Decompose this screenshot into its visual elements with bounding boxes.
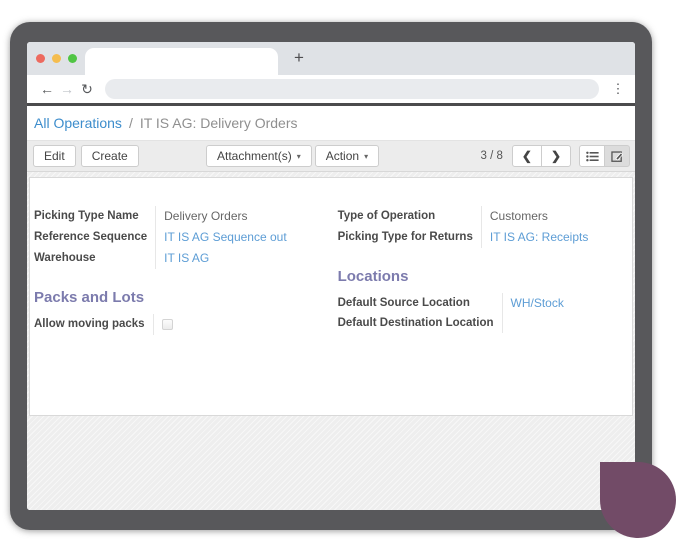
browser-tab-bar: + bbox=[27, 42, 635, 75]
attachments-dropdown[interactable]: Attachment(s) ▾ bbox=[206, 145, 312, 167]
chevron-down-icon: ▾ bbox=[364, 152, 368, 161]
form-view-button[interactable] bbox=[604, 145, 630, 167]
pager-buttons: ❮ ❯ bbox=[512, 145, 571, 167]
picking-type-for-returns-label: Picking Type for Returns bbox=[338, 227, 482, 248]
default-source-location-link[interactable]: WH/Stock bbox=[502, 293, 622, 314]
back-icon[interactable]: ← bbox=[37, 81, 57, 97]
record-buttons: Edit Create bbox=[33, 145, 139, 167]
field-row: Default Source Location WH/Stock bbox=[338, 293, 622, 314]
pager-counter: 3 / 8 bbox=[480, 150, 502, 162]
field-row: Allow moving packs bbox=[34, 314, 273, 335]
maximize-window-button[interactable] bbox=[68, 54, 77, 63]
allow-moving-packs-checkbox[interactable] bbox=[162, 319, 173, 330]
control-bar: Edit Create Attachment(s) ▾ Action ▾ 3 /… bbox=[27, 140, 635, 172]
action-dropdown[interactable]: Action ▾ bbox=[315, 145, 379, 167]
minimize-window-button[interactable] bbox=[52, 54, 61, 63]
pager-next-button[interactable]: ❯ bbox=[541, 145, 571, 167]
decorative-corner-shape bbox=[600, 462, 676, 538]
form-left-column: Picking Type Name Delivery Orders Refere… bbox=[34, 206, 327, 335]
picking-type-for-returns-link[interactable]: IT IS AG: Receipts bbox=[481, 227, 601, 248]
reference-sequence-label: Reference Sequence bbox=[34, 227, 156, 248]
field-row: Picking Type Name Delivery Orders bbox=[34, 206, 287, 227]
list-icon bbox=[586, 151, 599, 162]
screenshot-stage: + ← → ↻ ⋮ All Operations / IT IS AG: Del… bbox=[0, 0, 680, 553]
warehouse-link[interactable]: IT IS AG bbox=[156, 248, 287, 269]
browser-menu-icon[interactable]: ⋮ bbox=[611, 81, 625, 97]
breadcrumb-separator: / bbox=[129, 115, 133, 131]
forward-icon[interactable]: → bbox=[57, 81, 77, 97]
default-source-location-label: Default Source Location bbox=[338, 293, 502, 314]
allow-moving-packs-label: Allow moving packs bbox=[34, 314, 153, 335]
create-button[interactable]: Create bbox=[81, 145, 139, 167]
type-of-operation-label: Type of Operation bbox=[338, 206, 482, 227]
picking-type-name-value: Delivery Orders bbox=[156, 206, 287, 227]
attachments-label: Attachment(s) bbox=[217, 149, 292, 163]
breadcrumb-current: IT IS AG: Delivery Orders bbox=[140, 115, 298, 131]
field-group-packs: Allow moving packs bbox=[34, 314, 273, 335]
reload-icon[interactable]: ↻ bbox=[77, 81, 97, 98]
chevron-down-icon: ▾ bbox=[297, 152, 301, 161]
allow-moving-packs-cell bbox=[153, 314, 273, 335]
picking-type-name-label: Picking Type Name bbox=[34, 206, 156, 227]
default-destination-location-value[interactable] bbox=[502, 314, 622, 333]
form-view-background: Picking Type Name Delivery Orders Refere… bbox=[27, 172, 635, 510]
breadcrumb-parent-link[interactable]: All Operations bbox=[34, 115, 122, 131]
browser-tab[interactable] bbox=[85, 48, 278, 75]
field-row: Default Destination Location bbox=[338, 314, 622, 333]
url-input[interactable] bbox=[105, 79, 599, 99]
section-title-packs-and-lots: Packs and Lots bbox=[34, 289, 327, 306]
action-buttons: Attachment(s) ▾ Action ▾ bbox=[206, 145, 379, 167]
form-sheet: Picking Type Name Delivery Orders Refere… bbox=[29, 177, 633, 416]
field-row: Reference Sequence IT IS AG Sequence out bbox=[34, 227, 287, 248]
close-window-button[interactable] bbox=[36, 54, 45, 63]
reference-sequence-link[interactable]: IT IS AG Sequence out bbox=[156, 227, 287, 248]
field-group-locations: Default Source Location WH/Stock Default… bbox=[338, 293, 622, 333]
breadcrumb: All Operations / IT IS AG: Delivery Orde… bbox=[27, 106, 635, 140]
window-controls bbox=[36, 54, 77, 63]
pager-and-views: 3 / 8 ❮ ❯ bbox=[480, 145, 630, 167]
section-title-locations: Locations bbox=[338, 268, 622, 285]
list-view-button[interactable] bbox=[579, 145, 605, 167]
field-row: Picking Type for Returns IT IS AG: Recei… bbox=[338, 227, 602, 248]
browser-window: + ← → ↻ ⋮ All Operations / IT IS AG: Del… bbox=[27, 42, 635, 510]
type-of-operation-value: Customers bbox=[481, 206, 601, 227]
edit-form-icon bbox=[611, 150, 624, 162]
view-switcher bbox=[579, 145, 630, 167]
odoo-page: All Operations / IT IS AG: Delivery Orde… bbox=[27, 106, 635, 510]
action-label: Action bbox=[326, 149, 359, 163]
browser-address-bar: ← → ↻ ⋮ bbox=[27, 75, 635, 103]
warehouse-label: Warehouse bbox=[34, 248, 156, 269]
new-tab-button[interactable]: + bbox=[288, 45, 310, 71]
field-row: Warehouse IT IS AG bbox=[34, 248, 287, 269]
form-right-column: Type of Operation Customers Picking Type… bbox=[327, 206, 622, 335]
default-destination-location-label: Default Destination Location bbox=[338, 314, 502, 333]
field-group-main-left: Picking Type Name Delivery Orders Refere… bbox=[34, 206, 287, 269]
plus-icon: + bbox=[294, 48, 304, 68]
field-group-main-right: Type of Operation Customers Picking Type… bbox=[338, 206, 602, 248]
pager-previous-button[interactable]: ❮ bbox=[512, 145, 542, 167]
edit-button[interactable]: Edit bbox=[33, 145, 76, 167]
field-row: Type of Operation Customers bbox=[338, 206, 602, 227]
